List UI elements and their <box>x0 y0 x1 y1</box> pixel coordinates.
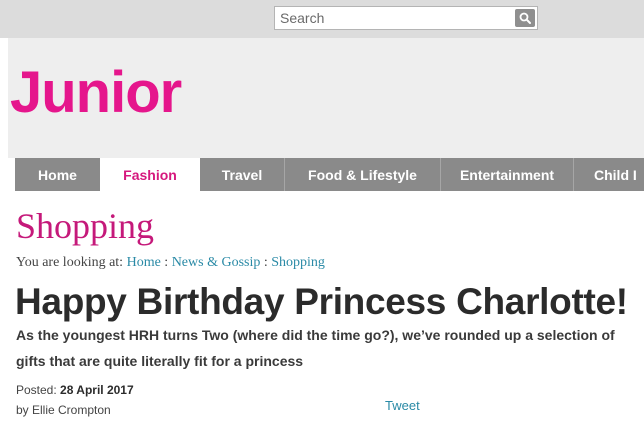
breadcrumb-home[interactable]: Home <box>127 255 161 270</box>
top-bar <box>0 0 644 38</box>
breadcrumb: You are looking at: Home : News & Gossip… <box>16 255 325 271</box>
nav-item-child[interactable]: Child I <box>573 158 644 191</box>
site-logo[interactable]: Junior <box>10 60 182 126</box>
search-box <box>274 6 538 30</box>
breadcrumb-news-gossip[interactable]: News & Gossip <box>172 255 261 270</box>
breadcrumb-shopping[interactable]: Shopping <box>271 255 325 270</box>
article-headline: Happy Birthday Princess Charlotte! <box>15 281 628 322</box>
breadcrumb-prefix: You are looking at: <box>16 255 124 270</box>
nav-item-home[interactable]: Home <box>15 158 100 191</box>
search-input[interactable] <box>275 7 511 29</box>
search-button[interactable] <box>515 9 535 27</box>
search-icon <box>519 12 531 24</box>
site-header: Junior <box>8 38 644 158</box>
article-posted: Posted: 28 April 2017 <box>16 383 134 397</box>
breadcrumb-separator: : <box>260 255 272 270</box>
posted-label: Posted: <box>16 383 57 397</box>
nav-item-travel[interactable]: Travel <box>200 158 284 191</box>
posted-date: 28 April 2017 <box>60 383 134 397</box>
nav-item-fashion[interactable]: Fashion <box>100 158 200 191</box>
article-author: by Ellie Crompton <box>16 403 111 417</box>
main-nav: Home Fashion Travel Food & Lifestyle Ent… <box>15 158 644 191</box>
article-standfirst: As the youngest HRH turns Two (where did… <box>16 327 615 369</box>
breadcrumb-separator: : <box>160 255 172 270</box>
nav-item-entertainment[interactable]: Entertainment <box>440 158 573 191</box>
section-title: Shopping <box>16 206 155 246</box>
tweet-button[interactable]: Tweet <box>385 398 420 413</box>
nav-item-food-lifestyle[interactable]: Food & Lifestyle <box>284 158 440 191</box>
